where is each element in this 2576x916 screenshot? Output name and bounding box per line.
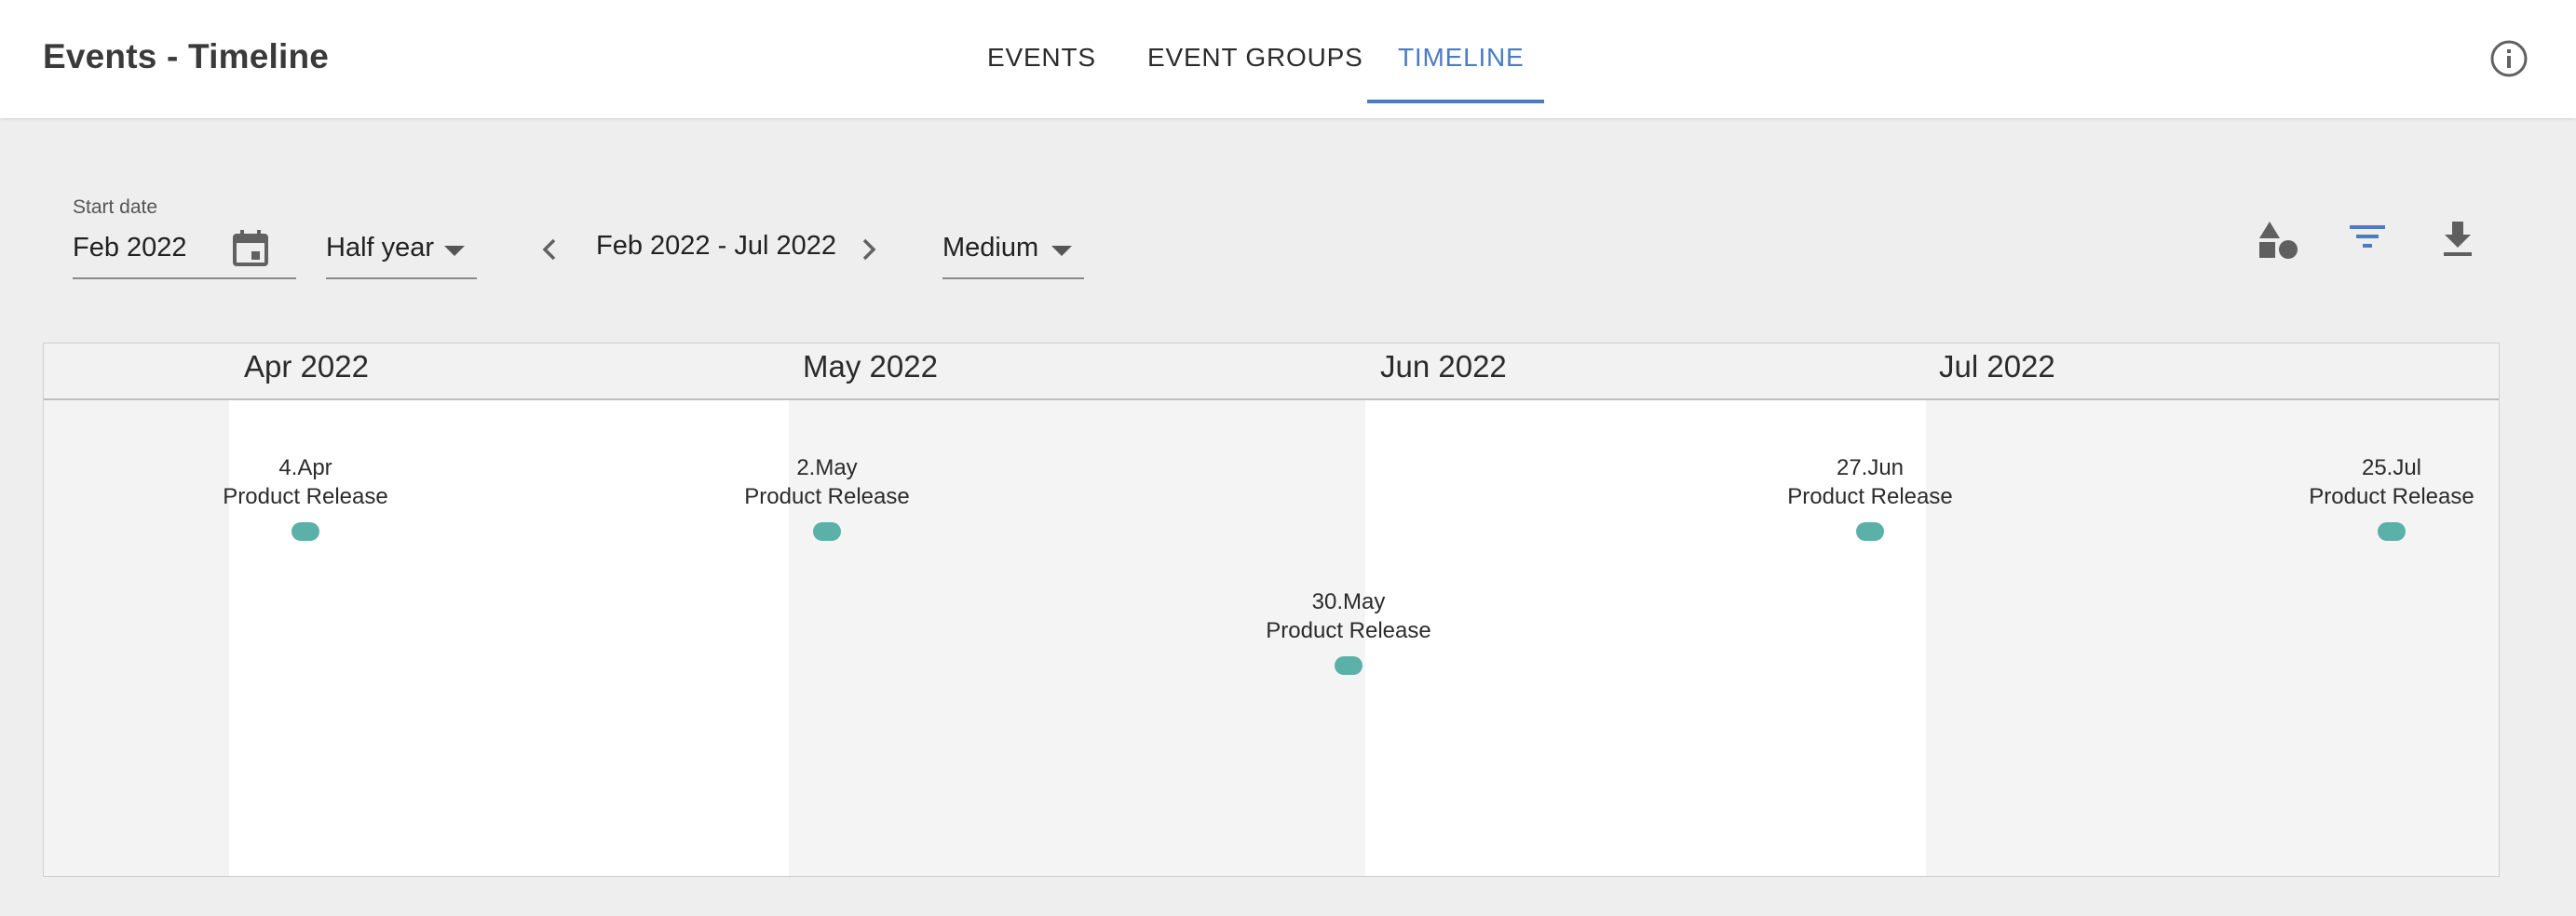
page-title: Events - Timeline bbox=[43, 37, 330, 75]
event-marker[interactable] bbox=[1856, 522, 1884, 541]
event-name: Product Release bbox=[223, 484, 388, 509]
month-column-jul bbox=[1926, 344, 2499, 876]
timeline-event[interactable]: 4.Apr Product Release bbox=[203, 454, 408, 541]
timeline-chart: Apr 2022 May 2022 Jun 2022 Jul 2022 4.Ap… bbox=[43, 343, 2500, 877]
timeline-event[interactable]: 25.Jul Product Release bbox=[2289, 454, 2494, 541]
top-app-bar: Events - Timeline EVENTS EVENT GROUPS TI… bbox=[0, 0, 2576, 118]
month-label: May 2022 bbox=[803, 349, 938, 384]
event-name: Product Release bbox=[744, 484, 910, 509]
month-label: Apr 2022 bbox=[244, 349, 369, 384]
start-date-value[interactable]: Feb 2022 bbox=[73, 233, 187, 263]
event-marker[interactable] bbox=[2378, 522, 2406, 541]
timeline-header bbox=[44, 344, 2499, 398]
density-underline bbox=[942, 277, 1084, 279]
timeline-event[interactable]: 30.May Product Release bbox=[1246, 588, 1451, 675]
event-name: Product Release bbox=[1266, 618, 1431, 643]
period-caret-icon[interactable] bbox=[444, 246, 465, 256]
header-divider bbox=[44, 398, 2499, 400]
tab-timeline[interactable]: TIMELINE bbox=[1398, 43, 1525, 73]
tab-events[interactable]: EVENTS bbox=[987, 43, 1096, 73]
event-name: Product Release bbox=[1787, 484, 1953, 509]
active-tab-indicator bbox=[1367, 100, 1544, 103]
period-select-value[interactable]: Half year bbox=[326, 233, 434, 263]
period-underline bbox=[326, 277, 477, 279]
timeline-event[interactable]: 2.May Product Release bbox=[725, 454, 929, 541]
start-date-underline bbox=[73, 277, 296, 279]
tab-event-groups[interactable]: EVENT GROUPS bbox=[1147, 43, 1363, 73]
filter-icon[interactable] bbox=[2344, 216, 2391, 263]
event-marker[interactable] bbox=[813, 522, 841, 541]
event-date: 4.Apr bbox=[278, 455, 332, 480]
density-caret-icon[interactable] bbox=[1051, 246, 1072, 256]
calendar-icon[interactable] bbox=[229, 227, 272, 270]
date-range-text: Feb 2022 - Jul 2022 bbox=[596, 231, 836, 261]
event-marker[interactable] bbox=[1335, 656, 1363, 675]
event-date: 30.May bbox=[1311, 589, 1386, 614]
chevron-left-icon[interactable] bbox=[534, 233, 567, 266]
timeline-event[interactable]: 27.Jun Product Release bbox=[1768, 454, 1973, 541]
event-date: 25.Jul bbox=[2361, 455, 2422, 480]
download-icon[interactable] bbox=[2434, 216, 2481, 263]
event-marker[interactable] bbox=[291, 522, 319, 541]
timeline-gutter bbox=[44, 344, 229, 876]
chevron-right-icon[interactable] bbox=[851, 233, 885, 266]
month-label: Jun 2022 bbox=[1380, 349, 1507, 384]
event-date: 2.May bbox=[796, 455, 858, 480]
month-label: Jul 2022 bbox=[1939, 349, 2055, 384]
start-date-label: Start date bbox=[73, 196, 158, 218]
event-name: Product Release bbox=[2309, 484, 2474, 509]
density-select-value[interactable]: Medium bbox=[942, 233, 1038, 263]
shapes-icon[interactable] bbox=[2255, 216, 2301, 263]
month-column-apr bbox=[229, 344, 789, 876]
info-icon[interactable] bbox=[2488, 38, 2529, 79]
event-date: 27.Jun bbox=[1836, 455, 1905, 480]
